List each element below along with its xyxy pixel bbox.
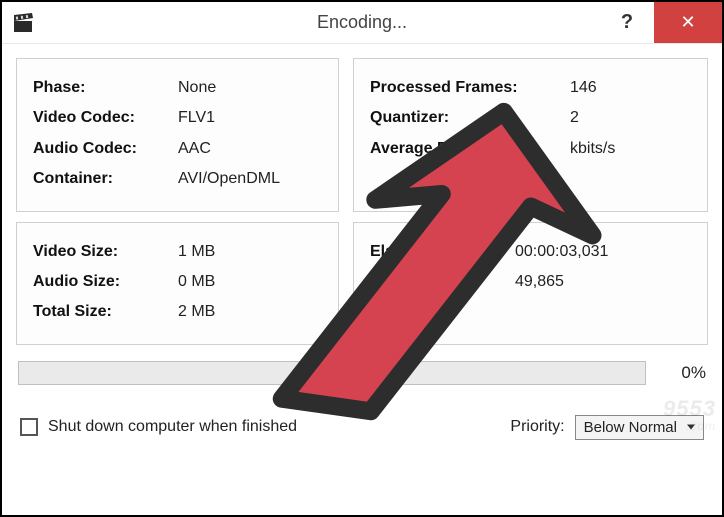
audio-codec-label: Audio Codec: <box>33 134 178 164</box>
quantizer-label: Quantizer: <box>370 103 570 133</box>
elapsed-value: 00:00:03,031 <box>515 237 691 267</box>
size-panel: Video Size:1 MB Audio Size:0 MB Total Si… <box>16 222 339 345</box>
phase-value: None <box>178 73 322 103</box>
avg-bitrate-value: kbits/s <box>570 134 691 164</box>
priority-label: Priority: <box>510 418 564 436</box>
progress-percent: 0% <box>658 363 706 383</box>
processed-frames-label: Processed Frames: <box>370 73 570 103</box>
total-size-value: 2 MB <box>178 297 322 327</box>
watermark: 9553.com <box>663 396 716 432</box>
phase-label: Phase: <box>33 73 178 103</box>
video-size-value: 1 MB <box>178 237 322 267</box>
progress-bar <box>18 361 646 385</box>
avg-bitrate-label: Average Bitrate: <box>370 134 570 164</box>
frames-panel: Processed Frames:146 Quantizer:2 Average… <box>353 58 708 212</box>
close-icon: ✕ <box>680 12 695 33</box>
container-value: AVI/OpenDML <box>178 164 322 194</box>
video-size-label: Video Size: <box>33 237 178 267</box>
shutdown-checkbox[interactable]: Shut down computer when finished <box>20 418 297 436</box>
shutdown-label: Shut down computer when finished <box>48 418 297 436</box>
time-panel: Elapsed:00:00:03,031 Remaining:49,865 <box>353 222 708 345</box>
processed-frames-value: 146 <box>570 73 691 103</box>
video-codec-value: FLV1 <box>178 103 322 133</box>
audio-size-value: 0 MB <box>178 267 322 297</box>
quantizer-value: 2 <box>570 103 691 133</box>
remaining-label: Remaining: <box>370 267 515 297</box>
remaining-value: 49,865 <box>515 267 691 297</box>
close-button[interactable]: ✕ <box>654 2 722 43</box>
audio-size-label: Audio Size: <box>33 267 178 297</box>
codec-panel: Phase:None Video Codec:FLV1 Audio Codec:… <box>16 58 339 212</box>
total-size-label: Total Size: <box>33 297 178 327</box>
help-button[interactable]: ? <box>600 2 654 43</box>
elapsed-label: Elapsed: <box>370 237 515 267</box>
audio-codec-value: AAC <box>178 134 322 164</box>
video-codec-label: Video Codec: <box>33 103 178 133</box>
container-label: Container: <box>33 164 178 194</box>
checkbox-box-icon <box>20 418 38 436</box>
clapper-icon <box>12 11 36 35</box>
